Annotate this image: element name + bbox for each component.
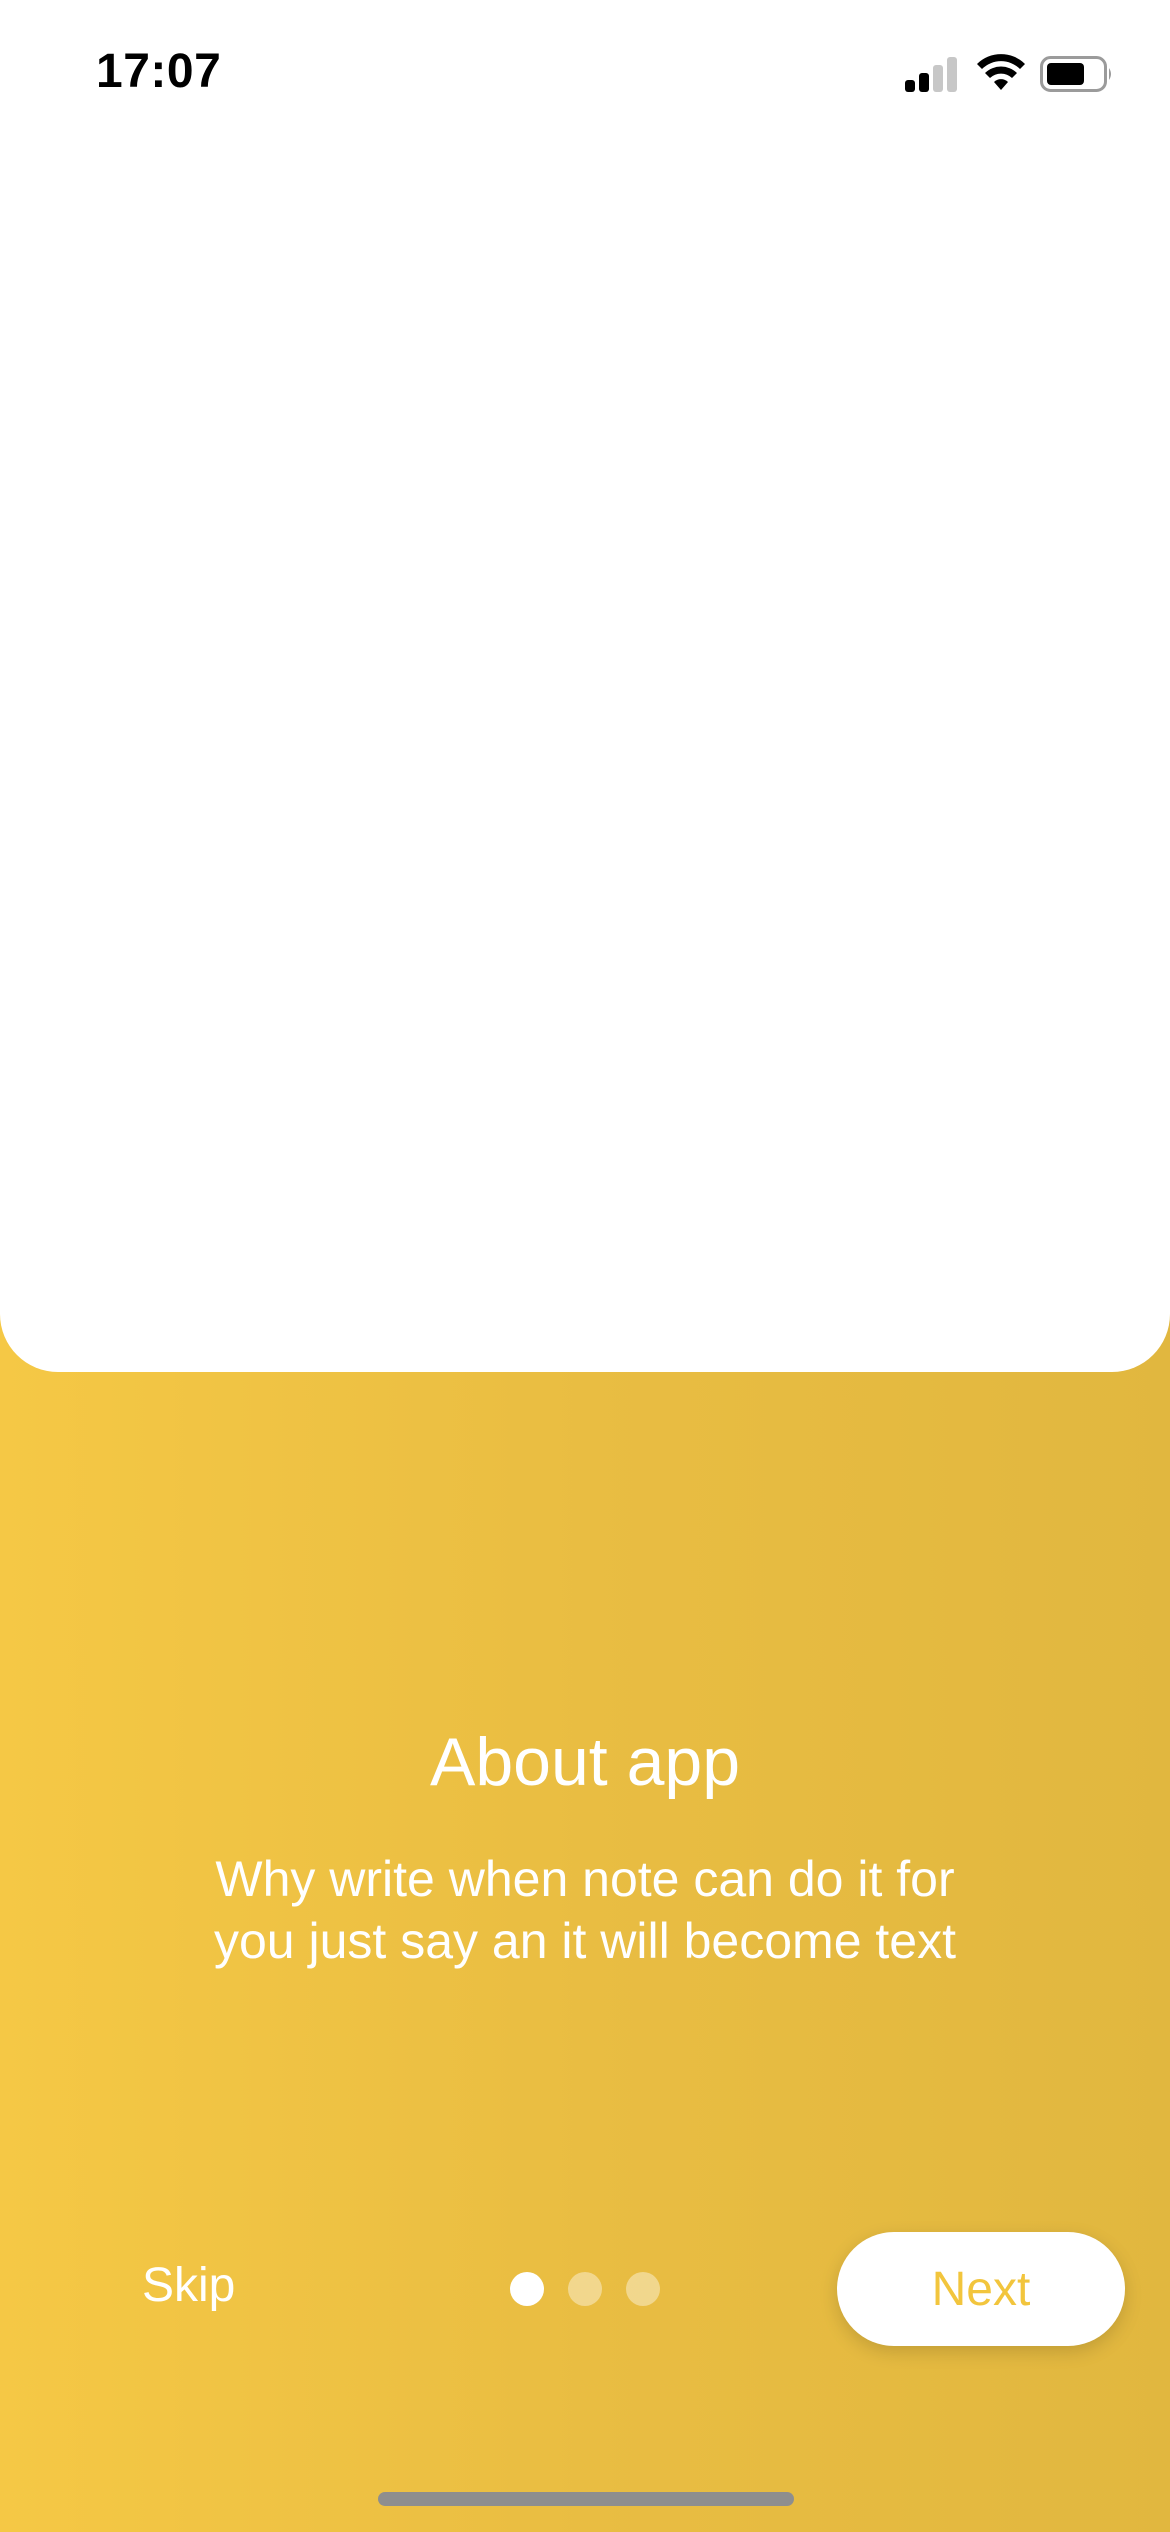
onboarding-description: Why write when note can do it for you ju…	[214, 1851, 956, 1969]
home-indicator[interactable]	[378, 2492, 794, 2506]
page-dot-1[interactable]	[510, 2272, 544, 2306]
onboarding-panel: About app Why write when note can do it …	[0, 0, 1170, 2532]
next-button[interactable]: Next	[837, 2232, 1125, 2346]
page-dot-3[interactable]	[626, 2272, 660, 2306]
skip-button[interactable]: Skip	[142, 2258, 235, 2313]
onboarding-title: About app	[429, 1723, 741, 1800]
page-dot-2[interactable]	[568, 2272, 602, 2306]
page-indicator	[510, 2272, 660, 2306]
